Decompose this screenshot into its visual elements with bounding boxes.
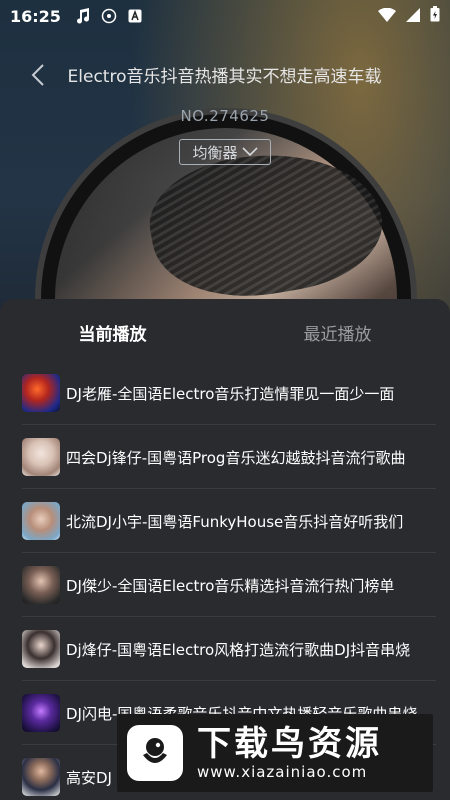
disc-icon (101, 8, 117, 24)
track-title: 四会Dj锋仔-国粤语Prog音乐迷幻越鼓抖音流行歌曲 (66, 448, 406, 467)
wifi-icon (378, 7, 396, 26)
list-item[interactable]: 四会Dj锋仔-国粤语Prog音乐迷幻越鼓抖音流行歌曲 (0, 425, 450, 489)
status-bar: 16:25 (0, 0, 450, 32)
list-item[interactable]: DJ傑少-全国语Electro音乐精选抖音流行热门榜单 (0, 553, 450, 617)
chevron-down-icon (241, 147, 258, 157)
track-title: DJ傑少-全国语Electro音乐精选抖音流行热门榜单 (66, 576, 395, 595)
equalizer-button[interactable]: 均衡器 (179, 139, 271, 165)
track-thumbnail (22, 502, 60, 540)
list-item[interactable]: DJ老雁-全国语Electro音乐打造情罪见一面少一面 (0, 361, 450, 425)
track-thumbnail (22, 438, 60, 476)
tab-recent[interactable]: 最近播放 (225, 316, 450, 345)
watermark-title: 下载鸟资源 (197, 724, 382, 764)
playlist-tabs: 当前播放 最近播放 (0, 299, 450, 361)
track-thumbnail (22, 374, 60, 412)
watermark-banner: 下载鸟资源 www.xiazainiao.com (117, 714, 433, 792)
battery-icon (430, 6, 440, 26)
track-title: DJ老雁-全国语Electro音乐打造情罪见一面少一面 (66, 384, 395, 403)
tab-now-playing[interactable]: 当前播放 (0, 316, 225, 345)
track-title: 北流DJ小宇-国粤语FunkyHouse音乐抖音好听我们 (66, 512, 404, 531)
chevron-left-icon (31, 64, 44, 86)
track-number: NO.274625 (180, 107, 270, 125)
watermark-url: www.xiazainiao.com (197, 763, 368, 781)
player-header: Electro音乐抖音热播其实不想走高速车载 (0, 58, 450, 92)
track-thumbnail (22, 630, 60, 668)
track-thumbnail (22, 758, 60, 796)
track-thumbnail (22, 694, 60, 732)
track-thumbnail (22, 566, 60, 604)
signal-icon (406, 7, 420, 26)
equalizer-label: 均衡器 (192, 143, 238, 162)
status-time: 16:25 (10, 6, 61, 26)
song-title: Electro音乐抖音热播其实不想走高速车载 (67, 67, 382, 87)
list-item[interactable]: 北流DJ小宇-国粤语FunkyHouse音乐抖音好听我们 (0, 489, 450, 553)
list-item[interactable]: Dj烽仔-国粤语Electro风格打造流行歌曲DJ抖音串烧 (0, 617, 450, 681)
font-a-icon (127, 8, 143, 24)
music-note-icon (75, 8, 91, 24)
track-title: Dj烽仔-国粤语Electro风格打造流行歌曲DJ抖音串烧 (66, 640, 411, 659)
back-button[interactable] (18, 58, 58, 92)
bird-logo-icon (127, 725, 183, 781)
